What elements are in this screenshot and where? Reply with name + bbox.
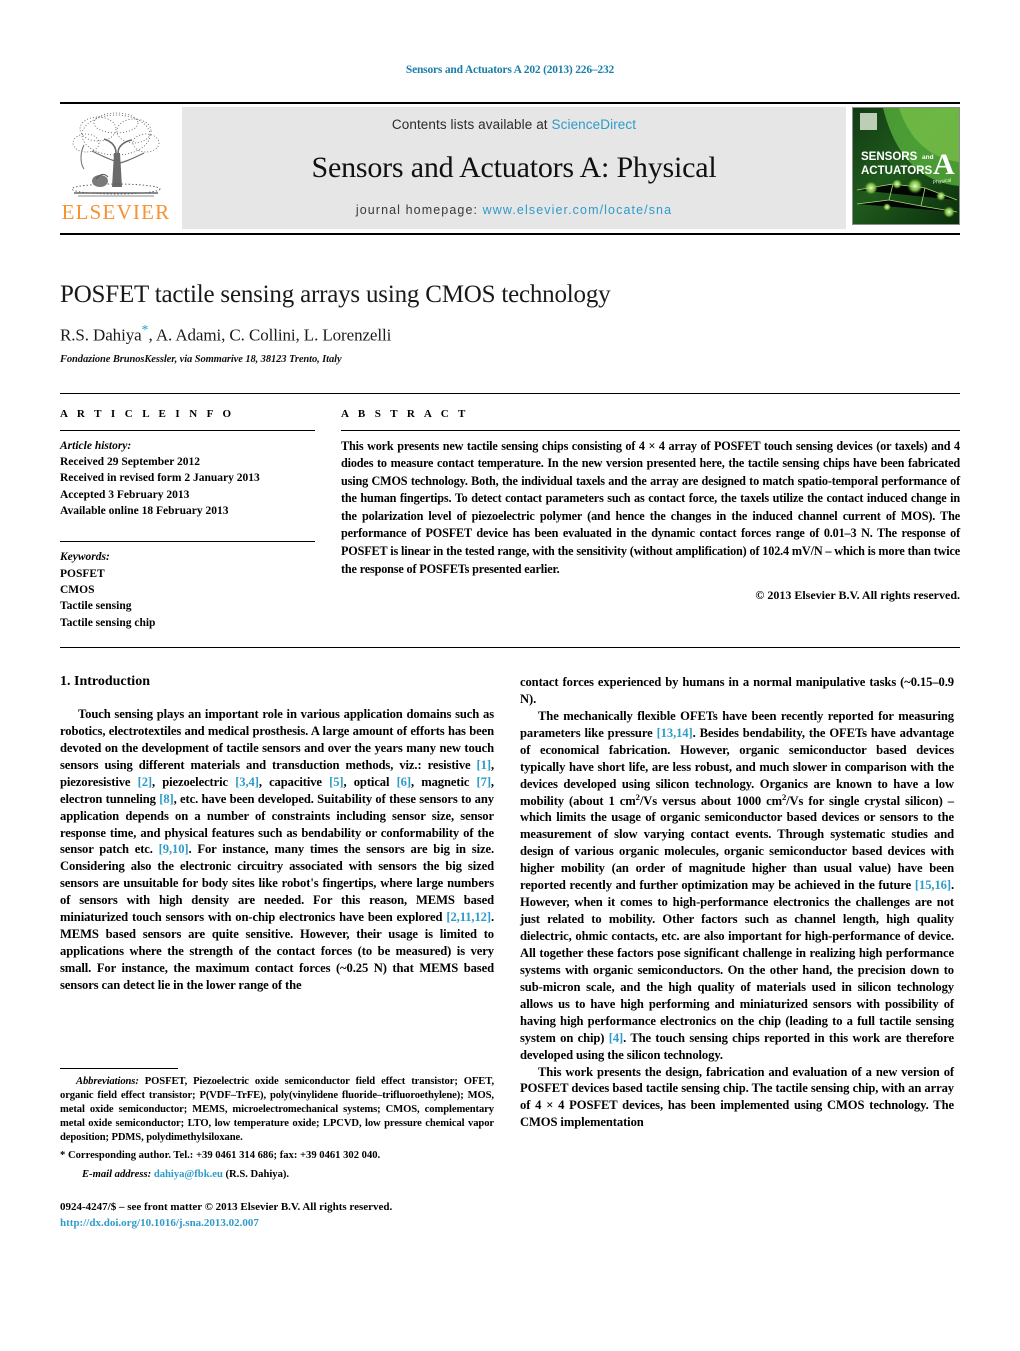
svg-text:SENSORS: SENSORS (861, 151, 918, 163)
abstract-text: This work presents new tactile sensing c… (341, 438, 960, 576)
citation-ref[interactable]: [6] (397, 775, 411, 789)
page-title: POSFET tactile sensing arrays using CMOS… (60, 281, 611, 308)
article-history-item: Available online 18 February 2013 (60, 504, 229, 517)
journal-title: Sensors and Actuators A: Physical (311, 150, 717, 184)
article-info-rule (60, 429, 315, 431)
paper-page: Sensors and Actuators A 202 (2013) 226–2… (0, 0, 1020, 1351)
elsevier-wordmark: ELSEVIER (61, 200, 171, 224)
body-columns: 1. Introduction Touch sensing plays an i… (60, 674, 960, 1131)
abstract-heading: A B S T R A C T (341, 407, 469, 420)
paragraph-text: . However, when it comes to high-perform… (520, 878, 954, 1045)
section-title-introduction: 1. Introduction (60, 673, 150, 689)
paragraph-text: , capacitive (258, 774, 330, 789)
article-info-column: A R T I C L E I N F O Article history: R… (60, 408, 315, 631)
paragraph-intro-2: The mechanically flexible OFETs have bee… (520, 708, 954, 1064)
paragraph-intro-continued: contact forces experienced by humans in … (520, 674, 954, 706)
keywords-label: Keywords: (60, 551, 110, 564)
paragraph-text: Touch sensing plays an important role in… (60, 706, 494, 772)
keyword-item: POSFET (60, 567, 105, 580)
email-link[interactable]: dahiya@fbk.eu (154, 1169, 223, 1180)
abstract-copyright: © 2013 Elsevier B.V. All rights reserved… (755, 588, 960, 603)
email-owner: (R.S. Dahiya). (222, 1168, 290, 1180)
author-list: R.S. Dahiya*, A. Adami, C. Collini, L. L… (60, 323, 960, 346)
doi-link[interactable]: http://dx.doi.org/10.1016/j.sna.2013.02.… (60, 1216, 494, 1232)
paragraph-text: , piezoelectric (151, 774, 236, 789)
corresponding-text: Corresponding author. Tel.: +39 0461 314… (65, 1150, 381, 1162)
citation-ref[interactable]: [2] (138, 775, 152, 789)
footnote-area: Abbreviations: POSFET, Piezoelectric oxi… (60, 1068, 494, 1232)
affiliation-line: Fondazione BrunosKessler, via Sommarive … (60, 353, 342, 365)
journal-cover-artwork: SENSORS and ACTUATORS A Physical (853, 108, 959, 224)
abbreviations-note: Abbreviations: POSFET, Piezoelectric oxi… (60, 1075, 494, 1145)
article-info-heading: A R T I C L E I N F O (60, 407, 235, 420)
article-history-item: Received 29 September 2012 (60, 455, 200, 468)
masthead-bottom-rule (60, 233, 960, 235)
citation-ref[interactable]: [3,4] (235, 775, 259, 789)
elsevier-logo: ELSEVIER (60, 107, 172, 229)
keywords-rule (60, 541, 315, 543)
email-note: E-mail address: dahiya@fbk.eu (R.S. Dahi… (60, 1168, 494, 1182)
journal-homepage-link[interactable]: www.elsevier.com/locate/sna (483, 203, 673, 217)
author-corresponding: R.S. Dahiya (60, 325, 142, 345)
author-others: , A. Adami, C. Collini, L. Lorenzelli (148, 325, 392, 345)
svg-text:A: A (933, 148, 955, 181)
keywords-block: Keywords: POSFET CMOS Tactile sensing Ta… (60, 541, 315, 631)
email-label: E-mail address: (82, 1168, 152, 1180)
paragraph-text: , optical (343, 774, 397, 789)
homepage-prefix-text: journal homepage: (355, 203, 483, 217)
sciencedirect-link[interactable]: ScienceDirect (552, 117, 637, 132)
contents-lists-line: Contents lists available at ScienceDirec… (392, 117, 636, 132)
issn-copyright-block: 0924-4247/$ – see front matter © 2013 El… (60, 1200, 494, 1232)
journal-masthead: ELSEVIER Contents lists available at Sci… (60, 102, 960, 229)
paragraph-intro-3: This work presents the design, fabricati… (520, 1064, 954, 1130)
citation-ref[interactable]: [1] (477, 758, 491, 772)
article-history-item: Received in revised form 2 January 2013 (60, 472, 260, 485)
citation-ref[interactable]: [7] (477, 775, 491, 789)
issn-line: 0924-4247/$ – see front matter © 2013 El… (60, 1200, 393, 1213)
keyword-item: Tactile sensing (60, 600, 132, 613)
masthead-center-panel: Contents lists available at ScienceDirec… (182, 107, 846, 229)
elsevier-tree-icon (71, 112, 161, 197)
info-abstract-band: A R T I C L E I N F O Article history: R… (60, 392, 960, 648)
paragraph-text: /Vs versus about 1000 cm (639, 793, 782, 808)
article-history-label: Article history: (60, 439, 132, 452)
contents-prefix-text: Contents lists available at (391, 117, 552, 132)
paragraph-text: /Vs for single crystal silicon) – which … (520, 793, 954, 893)
body-column-right: contact forces experienced by humans in … (520, 674, 954, 1131)
svg-text:ACTUATORS: ACTUATORS (861, 165, 932, 177)
svg-text:and: and (922, 154, 934, 161)
keyword-item: Tactile sensing chip (60, 616, 156, 629)
article-history-item: Accepted 3 February 2013 (60, 488, 190, 501)
journal-homepage-line: journal homepage: www.elsevier.com/locat… (356, 203, 672, 217)
abstract-column: A B S T R A C T This work presents new t… (341, 408, 960, 631)
citation-ref[interactable]: [4] (609, 1031, 623, 1045)
abstract-rule (341, 429, 960, 431)
paragraph-text: , magnetic (410, 774, 477, 789)
citation-ref[interactable]: [13,14] (657, 726, 693, 740)
citation-ref[interactable]: [15,16] (915, 878, 951, 892)
abbreviations-label: Abbreviations: (76, 1076, 139, 1087)
body-column-left: 1. Introduction Touch sensing plays an i… (60, 674, 494, 1131)
footnote-divider (60, 1068, 178, 1069)
title-block: POSFET tactile sensing arrays using CMOS… (60, 281, 960, 365)
paragraph-intro-1: Touch sensing plays an important role in… (60, 706, 494, 994)
citation-ref[interactable]: [8] (159, 792, 173, 806)
keyword-item: CMOS (60, 583, 95, 596)
citation-ref[interactable]: [5] (329, 775, 343, 789)
journal-cover-thumbnail: SENSORS and ACTUATORS A Physical (852, 107, 960, 225)
citation-ref[interactable]: [2,11,12] (446, 910, 491, 924)
running-head-citation: Sensors and Actuators A 202 (2013) 226–2… (405, 64, 615, 76)
corresponding-author-note: * Corresponding author. Tel.: +39 0461 3… (60, 1149, 494, 1163)
citation-ref[interactable]: [9,10] (159, 842, 189, 856)
